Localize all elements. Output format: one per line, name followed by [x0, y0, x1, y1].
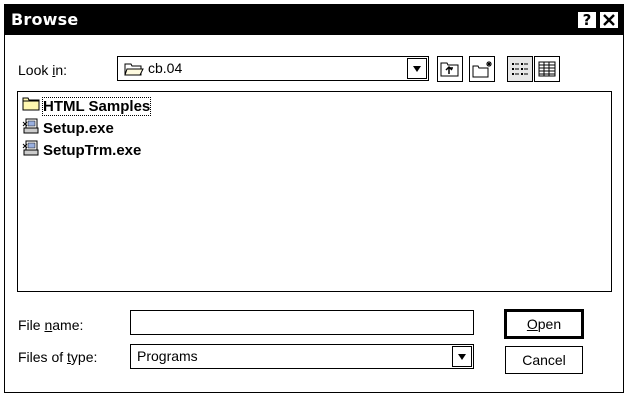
- cancel-button[interactable]: Cancel: [505, 346, 583, 374]
- new-folder-icon: [472, 60, 494, 83]
- list-item-label: SetupTrm.exe: [43, 141, 142, 159]
- up-one-level-button[interactable]: [437, 56, 463, 82]
- list-view-icon: [511, 61, 529, 82]
- create-new-folder-button[interactable]: [469, 56, 495, 82]
- file-type-combo[interactable]: Programs: [130, 344, 474, 369]
- close-icon: [603, 12, 615, 30]
- folder-icon: [22, 96, 40, 116]
- folder-open-icon: [124, 61, 144, 82]
- help-button[interactable]: ?: [577, 11, 597, 29]
- file-name-label: File name:: [18, 317, 84, 333]
- details-view-icon: [538, 61, 556, 82]
- file-list[interactable]: HTML Samples Setup.exe SetupTrm.exe: [17, 91, 612, 292]
- close-button[interactable]: [599, 11, 619, 29]
- help-icon: ?: [582, 11, 592, 29]
- list-view-button[interactable]: [507, 56, 533, 82]
- look-in-label: Look in:: [18, 62, 68, 78]
- list-item-html-samples[interactable]: HTML Samples: [22, 96, 152, 116]
- chevron-down-icon: [413, 66, 421, 72]
- list-item-label: Setup.exe: [43, 119, 114, 137]
- list-item-setuptrm-exe[interactable]: SetupTrm.exe: [22, 140, 141, 160]
- file-type-value: Programs: [137, 348, 198, 364]
- file-type-label: Files of type:: [18, 349, 98, 365]
- file-type-dropdown-button[interactable]: [452, 346, 472, 367]
- setup-program-icon: [22, 118, 40, 139]
- chevron-down-icon: [458, 354, 466, 360]
- dialog-title: Browse: [11, 10, 79, 29]
- file-name-field[interactable]: [130, 310, 474, 335]
- list-item-label: HTML Samples: [41, 96, 152, 116]
- open-button[interactable]: Open: [504, 309, 584, 339]
- title-bar[interactable]: Browse ?: [5, 5, 623, 35]
- list-item-setup-exe[interactable]: Setup.exe: [22, 118, 114, 138]
- up-folder-icon: [440, 60, 460, 83]
- look-in-value: cb.04: [148, 60, 183, 76]
- look-in-combo[interactable]: cb.04: [117, 56, 429, 81]
- browse-dialog: Browse ? Look in: cb.04 HTML Samples Set…: [4, 4, 624, 393]
- details-view-button[interactable]: [534, 56, 560, 82]
- look-in-dropdown-button[interactable]: [407, 58, 427, 79]
- setup-program-icon: [22, 140, 40, 161]
